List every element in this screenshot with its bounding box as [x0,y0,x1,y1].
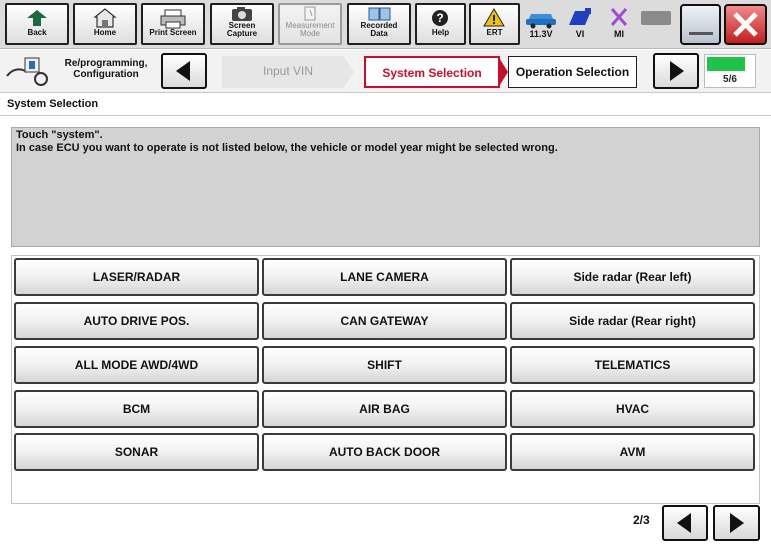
vi-connection-icon [561,5,599,29]
camera-icon [212,6,272,22]
page-indicator: 2/3 [633,513,650,527]
triangle-right-icon [670,61,684,81]
triangle-left-icon [677,513,691,533]
screen-capture-button[interactable]: Screen Capture [210,3,274,45]
step-system-selection: System Selection [364,56,500,88]
system-grid: LASER/RADAR LANE CAMERA Side radar (Rear… [11,255,760,504]
progress-count: 5/6 [723,74,737,85]
ert-button[interactable]: ERT [469,3,520,45]
recorded-data-button[interactable]: Recorded Data [347,3,411,45]
mode-label: Re/programming, Configuration [64,58,148,80]
vi-label: VI [575,29,585,39]
vehicle-voltage-status: 11.3V [522,3,560,45]
message-line-1: Touch "system". [16,129,103,141]
mi-disconnected-icon [600,5,638,29]
active-step-pointer [498,56,508,88]
system-laser-radar-button[interactable]: LASER/RADAR [14,258,259,296]
previous-page-button[interactable] [662,505,708,541]
print-screen-button[interactable]: Print Screen [141,3,205,45]
minimize-button[interactable] [680,4,721,45]
next-step-button[interactable] [653,53,699,89]
step-operation-selection: Operation Selection [508,56,637,88]
system-telematics-button[interactable]: TELEMATICS [510,346,755,384]
screen-capture-label: Screen Capture [226,21,258,38]
mi-label: MI [614,29,624,39]
measurement-mode-button[interactable]: Measurement Mode [278,3,342,45]
system-hvac-button[interactable]: HVAC [510,390,755,428]
top-toolbar: Back Home Print Screen Screen Capture Me… [0,0,771,49]
divider [0,115,771,116]
voltage-label: 11.3V [529,29,553,39]
printer-icon [143,7,203,29]
ert-label: ERT [486,28,503,37]
system-bcm-button[interactable]: BCM [14,390,259,428]
gauge-icon [280,6,340,22]
previous-step-button[interactable] [161,53,207,89]
help-button[interactable]: ? Help [415,3,466,45]
breadcrumb: Re/programming, Configuration Input VIN … [0,50,771,93]
system-auto-back-door-button[interactable]: AUTO BACK DOOR [262,433,507,471]
step-progress: 5/6 [704,54,756,88]
back-arrow-icon [7,7,67,29]
home-icon [75,7,135,29]
car-icon [522,5,560,29]
help-label: Help [431,28,450,37]
triangle-right-icon [730,513,744,533]
svg-text:?: ? [436,11,443,25]
reprogramming-icon [5,54,51,88]
print-screen-label: Print Screen [149,28,197,37]
system-avm-button[interactable]: AVM [510,433,755,471]
recorded-data-icon [349,6,409,22]
close-icon [733,12,758,37]
system-can-gateway-button[interactable]: CAN GATEWAY [262,302,507,340]
system-sonar-button[interactable]: SONAR [14,433,259,471]
next-page-button[interactable] [713,505,760,541]
system-all-mode-awd-button[interactable]: ALL MODE AWD/4WD [14,346,259,384]
recorded-data-label: Recorded Data [360,21,398,38]
home-label: Home [93,28,117,37]
measurement-mode-label: Measurement Mode [285,21,335,38]
minimize-icon [689,32,713,35]
triangle-left-icon [176,61,190,81]
system-side-radar-rear-right-button[interactable]: Side radar (Rear right) [510,302,755,340]
back-button[interactable]: Back [5,3,69,45]
instruction-message: Touch "system". In case ECU you want to … [11,127,760,247]
progress-fill [707,57,745,71]
message-line-2: In case ECU you want to operate is not l… [16,142,558,154]
back-label: Back [27,28,47,37]
system-side-radar-rear-left-button[interactable]: Side radar (Rear left) [510,258,755,296]
battery-icon [641,11,671,25]
vi-status: VI [561,3,599,45]
page-title: System Selection [7,98,99,110]
system-shift-button[interactable]: SHIFT [262,346,507,384]
home-button[interactable]: Home [73,3,137,45]
step-input-vin: Input VIN [222,56,354,88]
system-lane-camera-button[interactable]: LANE CAMERA [262,258,507,296]
system-auto-drive-pos-button[interactable]: AUTO DRIVE POS. [14,302,259,340]
system-air-bag-button[interactable]: AIR BAG [262,390,507,428]
help-icon: ? [417,7,464,29]
warning-icon [471,7,518,29]
mi-status: MI [600,3,638,45]
close-button[interactable] [724,4,767,45]
